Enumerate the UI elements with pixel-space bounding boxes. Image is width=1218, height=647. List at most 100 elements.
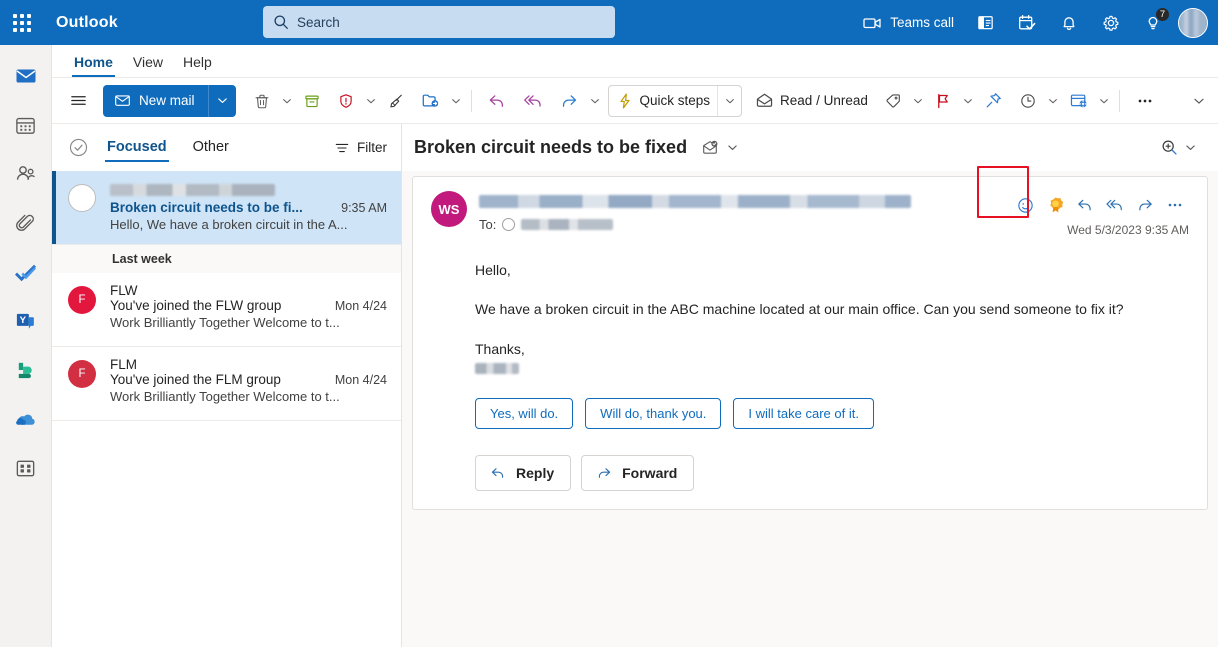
message-avatar[interactable]: F xyxy=(68,286,96,314)
tag-dropdown[interactable] xyxy=(911,96,925,106)
zoom-button[interactable] xyxy=(1152,132,1204,163)
move-to-button[interactable] xyxy=(414,85,447,117)
reply-icon xyxy=(487,91,507,111)
filter-button[interactable]: Filter xyxy=(334,140,387,156)
suggested-reply-chip[interactable]: Will do, thank you. xyxy=(585,397,722,429)
contact-card-icon xyxy=(974,12,996,34)
notifications-button[interactable] xyxy=(1048,0,1090,45)
sender-avatar[interactable]: WS xyxy=(431,191,467,227)
rules-icon xyxy=(1069,91,1088,110)
quick-steps-button[interactable]: Quick steps xyxy=(609,85,718,117)
gear-icon xyxy=(1100,12,1122,34)
reply-icon[interactable] xyxy=(1071,191,1099,219)
chevron-down-icon xyxy=(727,145,737,150)
pin-button[interactable] xyxy=(977,85,1010,117)
message-subject-row: You've joined the FLW group Mon 4/24 xyxy=(110,298,387,313)
calendar-check-button[interactable] xyxy=(1006,0,1048,45)
sidebar-item-people[interactable] xyxy=(6,153,46,195)
chevron-down-icon xyxy=(1049,98,1057,103)
contact-card-button[interactable] xyxy=(964,0,1006,45)
subject-dropdown[interactable] xyxy=(725,142,739,153)
message-sender: FLM xyxy=(110,357,137,372)
teams-call-button[interactable]: Teams call xyxy=(851,0,964,45)
search-icon xyxy=(273,14,289,30)
pin-icon xyxy=(984,91,1003,110)
list-item[interactable]: F FLW You've joined the FLW group Mon 4/… xyxy=(52,273,401,347)
list-item[interactable]: Broken circuit needs to be fi... 9:35 AM… xyxy=(52,171,401,245)
tab-view[interactable]: View xyxy=(123,54,173,77)
recipient-row: To: xyxy=(479,217,1011,232)
chevron-down-icon xyxy=(366,98,375,103)
reply-button[interactable] xyxy=(480,85,514,117)
quick-steps-dropdown[interactable] xyxy=(717,85,741,116)
report-dropdown[interactable] xyxy=(364,96,378,106)
snooze-button[interactable] xyxy=(1012,85,1044,117)
tips-button[interactable]: 7 xyxy=(1132,0,1174,45)
suggested-reply-chip[interactable]: I will take care of it. xyxy=(733,397,874,429)
yammer-icon: Y xyxy=(14,310,37,333)
add-reaction-icon[interactable] xyxy=(1011,191,1039,219)
forward-button[interactable]: Forward xyxy=(581,454,695,491)
sidebar-item-mail[interactable] xyxy=(6,55,46,97)
sidebar-item-calendar[interactable] xyxy=(6,104,46,146)
sidebar-item-yammer[interactable]: Y xyxy=(6,300,46,342)
list-item[interactable]: F FLM You've joined the FLM group Mon 4/… xyxy=(52,347,401,421)
sidebar-item-onedrive[interactable] xyxy=(6,398,46,440)
snooze-dropdown[interactable] xyxy=(1046,96,1060,106)
delete-button[interactable] xyxy=(246,85,278,117)
command-bar: New mail Quick steps Read / Unread xyxy=(52,78,1218,124)
archive-icon xyxy=(303,92,321,110)
app-launcher-icon[interactable] xyxy=(0,0,44,45)
sweep-button[interactable] xyxy=(380,85,412,117)
reply-button[interactable]: Reply xyxy=(475,454,572,491)
sidebar-item-to-do[interactable] xyxy=(6,251,46,293)
new-mail-dropdown[interactable] xyxy=(207,84,236,117)
forward-icon[interactable] xyxy=(1131,191,1159,219)
body-greeting: Hello, xyxy=(475,262,511,278)
reply-all-button[interactable] xyxy=(516,85,550,117)
tab-home[interactable]: Home xyxy=(64,54,123,77)
tag-button[interactable] xyxy=(877,85,909,117)
zoom-in-icon xyxy=(1160,138,1179,157)
sidebar-item-more-apps[interactable] xyxy=(6,447,46,489)
suggested-replies: Yes, will do. Will do, thank you. I will… xyxy=(431,397,1189,429)
ribbon-expand-button[interactable] xyxy=(1186,85,1212,117)
more-commands-button[interactable] xyxy=(1128,85,1162,117)
flag-dropdown[interactable] xyxy=(961,96,975,106)
report-junk-button[interactable] xyxy=(330,85,362,117)
forward-button[interactable] xyxy=(552,85,586,117)
tab-help[interactable]: Help xyxy=(173,54,222,77)
flag-button[interactable] xyxy=(927,85,959,117)
message-select-circle[interactable] xyxy=(68,184,96,212)
message-avatar[interactable]: F xyxy=(68,360,96,388)
message-summary: Broken circuit needs to be fi... 9:35 AM… xyxy=(110,181,387,233)
rules-dropdown[interactable] xyxy=(1097,96,1111,106)
rules-button[interactable] xyxy=(1062,85,1095,117)
bell-icon xyxy=(1058,12,1080,34)
pivot-other[interactable]: Other xyxy=(191,134,231,162)
forward-button-label: Forward xyxy=(622,464,678,481)
select-all-circle-icon[interactable] xyxy=(68,137,89,158)
sidebar-item-bookings[interactable] xyxy=(6,349,46,391)
pivot-focused[interactable]: Focused xyxy=(105,134,169,162)
read-receipt-icon[interactable] xyxy=(701,139,719,157)
tag-icon xyxy=(884,92,902,110)
envelope-icon xyxy=(114,92,131,109)
hamburger-menu-button[interactable] xyxy=(62,85,95,117)
praise-award-icon[interactable] xyxy=(1041,191,1069,219)
sidebar-item-files[interactable] xyxy=(6,202,46,244)
delete-dropdown[interactable] xyxy=(280,96,294,106)
new-mail-button[interactable]: New mail xyxy=(103,84,208,117)
read-unread-button[interactable]: Read / Unread xyxy=(748,85,875,117)
search-input[interactable]: Search xyxy=(263,6,615,38)
settings-button[interactable] xyxy=(1090,0,1132,45)
reply-all-icon[interactable] xyxy=(1101,191,1129,219)
move-to-dropdown[interactable] xyxy=(449,96,463,106)
bookings-icon xyxy=(14,359,37,382)
suggested-reply-chip[interactable]: Yes, will do. xyxy=(475,397,574,429)
forward-dropdown[interactable] xyxy=(588,96,602,106)
avatar[interactable] xyxy=(1178,7,1208,38)
clock-icon xyxy=(1019,92,1037,110)
archive-button[interactable] xyxy=(296,85,328,117)
more-actions-icon[interactable] xyxy=(1161,191,1189,219)
